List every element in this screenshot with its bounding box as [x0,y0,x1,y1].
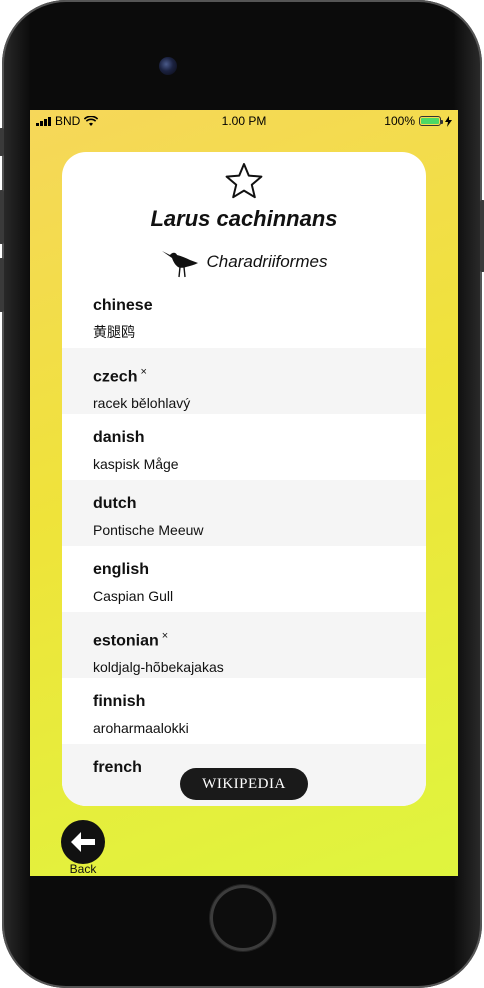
volume-up-button [0,190,4,244]
common-name: Caspian Gull [93,588,174,604]
common-name: aroharmaalokki [93,720,189,736]
mute-switch [0,128,4,156]
common-name: Pontische Meeuw [93,522,204,538]
species-title: Larus cachinnans [150,206,338,231]
order-row: Charadriiformes [62,246,426,278]
charging-bolt-icon [445,115,452,127]
name-row-czech: czech × racek bělohlavý [62,348,426,414]
language-name: english [93,561,150,578]
language-label: chinese [93,282,426,316]
names-list: chinese 黄腿鸥 czech × racek bělohlavý danish kas… [62,282,426,806]
language-name: dutch [93,495,137,512]
shorebird-silhouette-icon [161,251,198,278]
home-button[interactable] [210,885,276,951]
battery-percent: 100% [384,114,415,128]
battery-icon [419,116,443,126]
front-camera [159,57,177,75]
language-name: french [93,759,142,776]
language-label: english [93,546,426,580]
app-screen: BND 1.00 PM 100% Larus cachinnans Charad… [30,110,458,876]
name-row-estonian: estonian × koldjalg-hõbekajakas [62,612,426,678]
power-button [480,200,484,272]
order-name: Charadriiformes [206,252,328,271]
language-label: finnish [93,678,426,712]
name-row-english: english Caspian Gull [62,546,426,612]
language-label: estonian × [93,612,426,651]
translation-flag-icon: × [140,366,147,378]
translation-flag-icon: × [161,630,169,642]
name-row-chinese: chinese 黄腿鸥 [62,282,426,348]
language-name: czech [93,368,138,386]
wikipedia-button[interactable]: WIKIPEDIA [180,768,308,800]
arrow-left-icon [71,832,95,852]
name-row-finnish: finnish aroharmaalokki [62,678,426,744]
back-button[interactable] [61,820,105,864]
volume-down-button [0,258,4,312]
common-name: racek bělohlavý [93,395,191,412]
star-outline-icon[interactable] [225,162,263,200]
language-label: danish [93,414,426,448]
language-name: estonian [93,632,159,650]
language-label: dutch [93,480,426,514]
language-name: finnish [93,693,146,710]
language-name: danish [93,429,145,446]
back-label: Back [69,862,97,876]
species-card: Larus cachinnans Charadriiformes chinese… [62,152,426,806]
language-name: chinese [93,297,153,314]
language-label: czech × [93,348,426,387]
common-name: 黄腿鸥 [93,324,135,340]
name-row-dutch: dutch Pontische Meeuw [62,480,426,546]
name-row-danish: danish kaspisk Måge [62,414,426,480]
common-name: kaspisk Måge [93,456,179,472]
status-bar: BND 1.00 PM 100% [30,110,458,132]
common-name: koldjalg-hõbekajakas [93,659,224,676]
